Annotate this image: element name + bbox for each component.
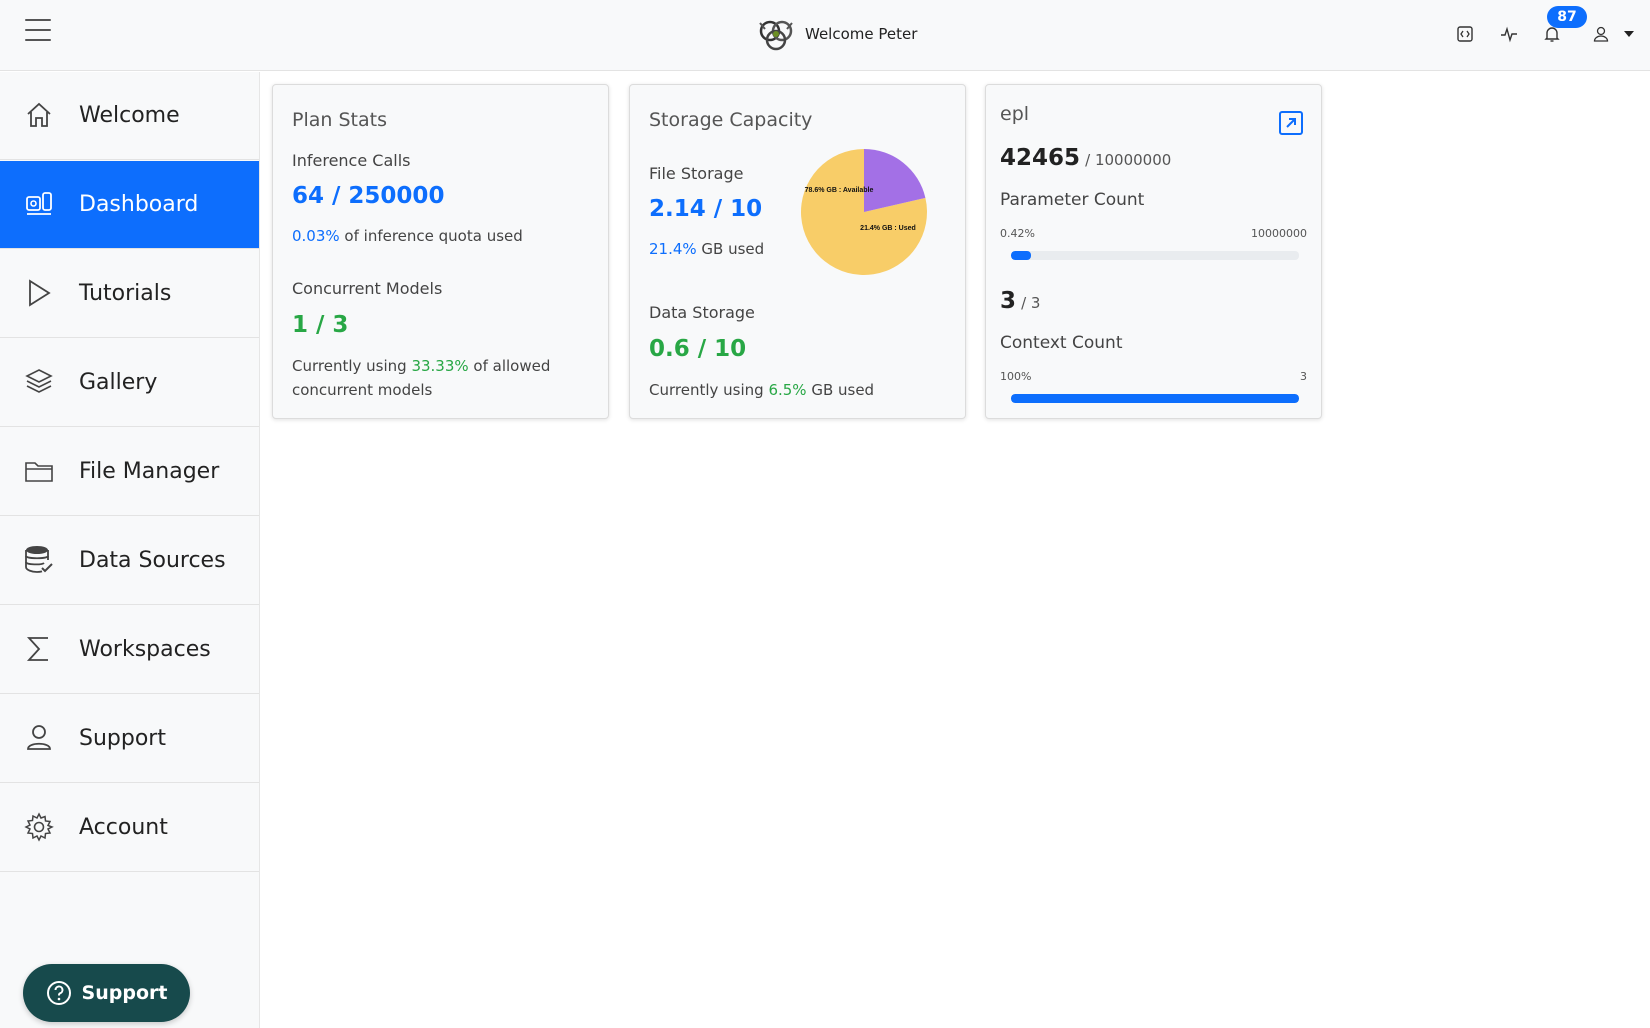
parameter-pct-label: 0.42% (1000, 227, 1035, 240)
context-count-total: / 3 (1021, 294, 1041, 312)
card-title: Plan Stats (292, 109, 387, 131)
data-storage-pct: 6.5% (768, 381, 807, 399)
sidebar-item-workspaces[interactable]: Workspaces (0, 606, 259, 694)
concurrent-prefix: Currently using (292, 357, 412, 375)
card-title: Storage Capacity (649, 109, 813, 131)
concurrent-usage-text: Currently using 33.33% of allowed concurr… (292, 354, 592, 402)
dashboard-icon (26, 192, 52, 215)
support-button-label: Support (81, 982, 168, 1004)
code-icon[interactable] (1454, 23, 1476, 45)
sidebar-item-label: Tutorials (79, 281, 172, 306)
parameter-progress-bar (1011, 251, 1299, 260)
context-progress-bar (1011, 394, 1299, 403)
file-storage-label: File Storage (649, 164, 744, 183)
inference-pct-suffix: of inference quota used (339, 227, 523, 245)
welcome-text: Welcome Peter (805, 25, 918, 43)
sigma-icon (26, 637, 48, 661)
sidebar-item-label: Support (79, 726, 166, 751)
context-progress-fill (1011, 394, 1299, 403)
data-storage-suffix: GB used (806, 381, 875, 399)
data-storage-value: 0.6 / 10 (649, 336, 747, 362)
inference-pct: 0.03% (292, 227, 340, 245)
sidebar-item-label: Dashboard (79, 192, 199, 217)
parameter-progress-fill (1011, 251, 1032, 260)
menu-toggle-icon[interactable] (25, 19, 51, 41)
pie-label: 21.4% GB : Used (860, 225, 916, 232)
file-storage-usage: 21.4% GB used (649, 237, 764, 261)
brand: Welcome Peter (757, 17, 917, 51)
sidebar-item-file-manager[interactable]: File Manager (0, 428, 259, 516)
top-bar: Welcome Peter 87 (0, 0, 1650, 71)
question-icon (46, 981, 71, 1005)
data-storage-usage: Currently using 6.5% GB used (649, 378, 874, 402)
concurrent-models-label: Concurrent Models (292, 279, 443, 298)
file-storage-suffix: GB used (696, 240, 765, 258)
inference-calls-label: Inference Calls (292, 151, 411, 170)
sidebar-item-welcome[interactable]: Welcome (0, 72, 259, 160)
caret-down-icon[interactable] (1618, 23, 1640, 45)
sidebar-item-data-sources[interactable]: Data Sources (0, 517, 259, 605)
concurrent-suffix-line2: concurrent models (292, 381, 433, 399)
support-button[interactable]: Support (23, 964, 190, 1022)
sidebar-item-label: Account (79, 815, 168, 840)
data-storage-label: Data Storage (649, 303, 755, 322)
data-storage-prefix: Currently using (649, 381, 769, 399)
pie-label: 78.6% GB : Available (805, 187, 874, 194)
sidebar-item-label: Welcome (79, 103, 180, 128)
concurrent-suffix: of allowed (468, 357, 551, 375)
plan-stats-card: Plan Stats Inference Calls 64 / 250000 0… (272, 84, 609, 419)
concurrent-pct: 33.33% (411, 357, 469, 375)
play-icon (29, 279, 51, 307)
account-menu-icon[interactable] (1590, 23, 1612, 45)
parameter-count-value: 42465 (1000, 145, 1081, 171)
sidebar-item-gallery[interactable]: Gallery (0, 339, 259, 427)
sidebar-item-dashboard[interactable]: Dashboard (0, 161, 259, 249)
sidebar-item-label: Gallery (79, 370, 158, 395)
context-pct-label: 100% (1000, 370, 1032, 383)
sidebar-item-label: Data Sources (79, 548, 226, 573)
user-icon (27, 725, 51, 750)
file-storage-pct: 21.4% (649, 240, 697, 258)
context-count-value: 3 (1000, 288, 1017, 314)
activity-icon[interactable] (1498, 23, 1520, 45)
database-icon (25, 546, 53, 573)
notification-badge[interactable]: 87 (1547, 6, 1587, 28)
inference-quota-text: 0.03% of inference quota used (292, 224, 523, 248)
home-icon (27, 102, 51, 127)
concurrent-models-value: 1 / 3 (292, 312, 349, 338)
parameter-count-label: Parameter Count (1000, 190, 1145, 210)
storage-pie-chart: 78.6% GB : Available 21.4% GB : Used (801, 149, 927, 275)
context-count-row: 3 / 3 (1000, 288, 1040, 314)
sidebar-item-support[interactable]: Support (0, 695, 259, 783)
open-external-icon[interactable] (1278, 110, 1304, 136)
parameter-max-label: 10000000 (1251, 227, 1307, 240)
parameter-count-row: 42465 / 10000000 (1000, 145, 1171, 171)
file-storage-value: 2.14 / 10 (649, 196, 763, 222)
storage-capacity-card: Storage Capacity File Storage 2.14 / 10 … (629, 84, 966, 419)
context-count-label: Context Count (1000, 333, 1123, 353)
parameter-count-total: / 10000000 (1085, 151, 1172, 169)
folder-icon (25, 462, 53, 482)
gear-icon (24, 812, 54, 842)
inference-calls-value: 64 / 250000 (292, 183, 445, 209)
layers-icon (25, 369, 53, 393)
model-card: epl 42465 / 10000000 Parameter Count 0.4… (985, 84, 1322, 419)
sidebar-item-tutorials[interactable]: Tutorials (0, 250, 259, 338)
sidebar-item-account[interactable]: Account (0, 784, 259, 872)
context-max-label: 3 (1300, 370, 1307, 383)
sidebar: Welcome Dashboard Tutorials Gallery File… (0, 72, 260, 1028)
sidebar-item-label: Workspaces (79, 637, 211, 662)
model-name: epl (1000, 103, 1030, 125)
logo-icon (759, 20, 793, 51)
sidebar-item-label: File Manager (79, 459, 220, 484)
